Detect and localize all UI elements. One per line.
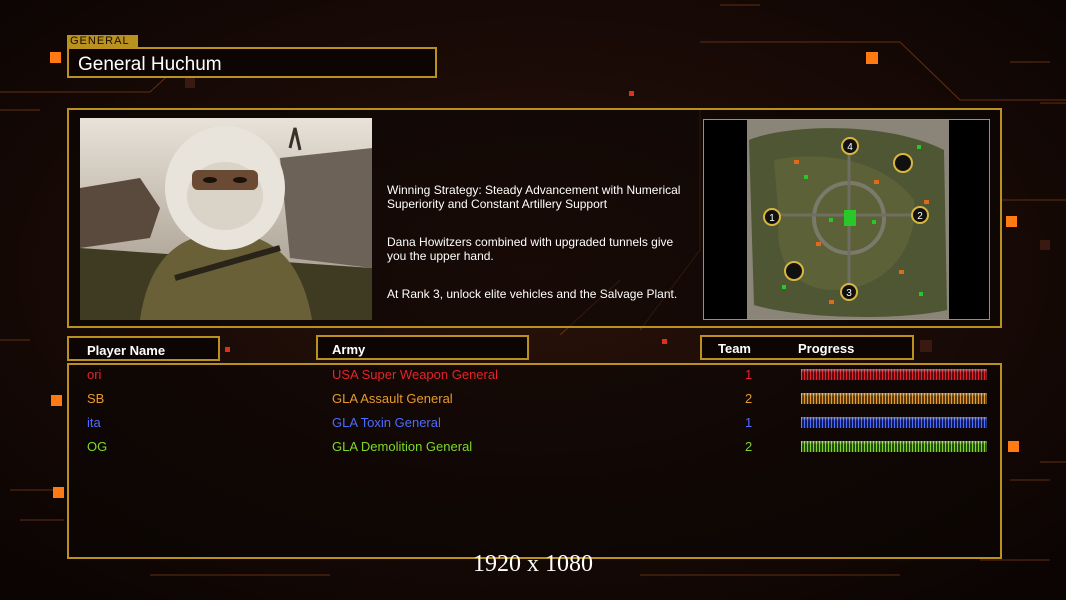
army-header: Army xyxy=(332,342,366,357)
player-row[interactable]: ori USA Super Weapon General 1 xyxy=(69,365,1000,385)
player-team: 2 xyxy=(745,439,753,454)
team-header: Team xyxy=(718,341,751,356)
player-team: 1 xyxy=(745,367,753,382)
player-army: USA Super Weapon General xyxy=(332,367,498,382)
player-list: ori USA Super Weapon General 1 SB GLA As… xyxy=(67,363,1002,559)
player-army: GLA Assault General xyxy=(332,391,453,406)
player-name: ita xyxy=(87,415,101,430)
map-slot-empty xyxy=(784,261,804,281)
strategy-line: Dana Howitzers combined with upgraded tu… xyxy=(387,235,674,263)
player-team: 1 xyxy=(745,415,753,430)
player-row[interactable]: ita GLA Toxin General 1 xyxy=(69,413,1000,433)
header-team-progress: Team Progress xyxy=(700,335,914,360)
progress-header: Progress xyxy=(798,341,855,356)
player-row[interactable]: SB GLA Assault General 2 xyxy=(69,389,1000,409)
map-slot-label: 1 xyxy=(769,213,775,224)
header-army: Army xyxy=(316,335,529,360)
progress-bar xyxy=(801,441,987,452)
progress-bar xyxy=(801,417,987,428)
map-slot-label: 2 xyxy=(917,211,923,222)
resolution-caption: 1920 x 1080 xyxy=(473,551,593,577)
map-slot-label: 3 xyxy=(846,288,852,299)
progress-bar xyxy=(801,393,987,404)
player-name: ori xyxy=(87,367,102,382)
strategy-text: Winning Strategy: Steady Advancement wit… xyxy=(387,169,697,325)
map-slot-empty xyxy=(893,153,913,173)
map-slot-label: 4 xyxy=(847,142,853,153)
general-portrait xyxy=(80,118,372,320)
player-name: OG xyxy=(87,439,108,454)
strategy-line: At Rank 3, unlock elite vehicles and the… xyxy=(387,287,678,301)
player-army: GLA Toxin General xyxy=(332,415,441,430)
general-name: General Huchum xyxy=(78,54,222,75)
player-name: SB xyxy=(87,391,105,406)
map-preview[interactable]: 1 2 3 4 xyxy=(703,119,990,320)
player-team: 2 xyxy=(745,391,753,406)
player-name-header: Player Name xyxy=(87,343,166,358)
progress-bar xyxy=(801,369,987,380)
strategy-line: Winning Strategy: Steady Advancement wit… xyxy=(387,183,681,211)
header-player-name: Player Name xyxy=(67,336,220,361)
general-name-box: General Huchum xyxy=(67,47,437,78)
player-army: GLA Demolition General xyxy=(332,439,473,454)
player-row[interactable]: OG GLA Demolition General 2 xyxy=(69,437,1000,457)
